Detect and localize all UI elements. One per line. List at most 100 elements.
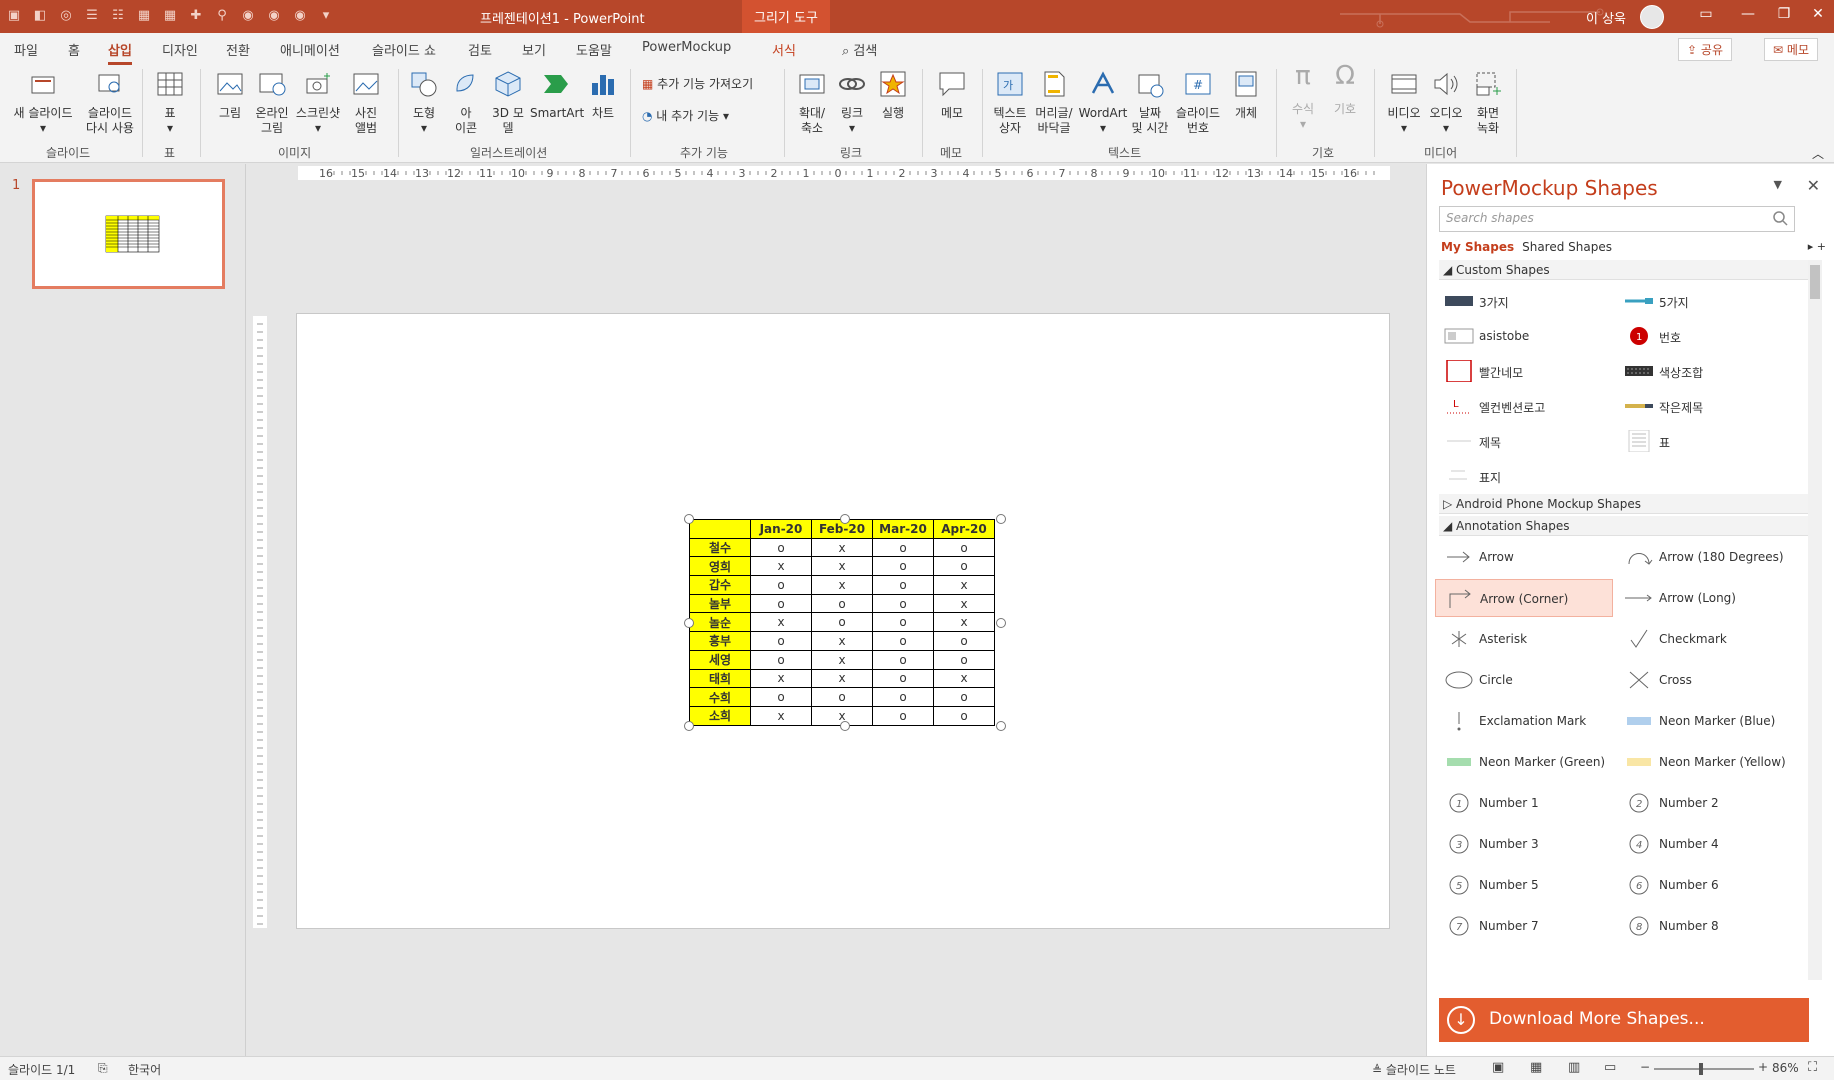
value-cell[interactable]: o — [750, 631, 812, 651]
value-cell[interactable]: x — [811, 631, 873, 651]
value-cell[interactable]: x — [750, 612, 812, 633]
get-addins-button[interactable]: ▦ 추가 기능 가져오기 — [642, 77, 753, 92]
value-cell[interactable]: x — [933, 668, 995, 689]
annotation-shape-item[interactable]: Arrow — [1435, 538, 1613, 576]
annotation-shape-item[interactable]: Neon Marker (Green) — [1435, 743, 1613, 781]
spellcheck-icon[interactable]: ⎘ — [98, 1061, 108, 1076]
resize-handle-bottom[interactable] — [840, 721, 850, 731]
tab-view[interactable]: 보기 — [522, 40, 546, 59]
value-cell[interactable]: o — [872, 593, 934, 614]
my-addins-button[interactable]: ◔ 내 추가 기능 ▾ — [642, 109, 729, 124]
value-cell[interactable]: o — [811, 593, 873, 614]
plus-icon[interactable]: ✚ — [188, 8, 204, 24]
value-cell[interactable]: x — [933, 612, 995, 633]
tab-format[interactable]: 서식 — [772, 40, 796, 59]
annotation-shape-item[interactable]: 6 Number 6 — [1615, 866, 1793, 904]
custom-shape-item[interactable]: 작은제목 — [1615, 387, 1793, 425]
expand-arrow-icon[interactable]: ▸ — [1808, 240, 1814, 253]
table-button[interactable]: 표 ▾ — [150, 69, 190, 136]
custom-shape-item[interactable]: 5가지 — [1615, 282, 1793, 320]
value-cell[interactable]: o — [811, 687, 873, 707]
zoom-slider[interactable] — [1654, 1063, 1754, 1075]
section-android-shapes[interactable]: ▷ Android Phone Mockup Shapes — [1439, 494, 1811, 514]
reuse-slides-button[interactable]: 슬라이드 다시 사용 — [80, 69, 140, 136]
value-cell[interactable]: o — [872, 537, 934, 558]
pane-close-icon[interactable]: ✕ — [1807, 176, 1820, 195]
undo-icon[interactable]: ◧ — [32, 8, 48, 24]
annotation-shape-item[interactable]: Arrow (Long) — [1615, 579, 1793, 617]
annotation-shape-item[interactable]: 8 Number 8 — [1615, 907, 1793, 945]
value-cell[interactable]: x — [811, 668, 873, 689]
shape-icon[interactable]: ◉ — [240, 8, 256, 24]
tab-home[interactable]: 홈 — [68, 40, 80, 59]
annotation-shape-item[interactable]: 1 Number 1 — [1435, 784, 1613, 822]
slide-number-button[interactable]: # 슬라이드 번호 — [1174, 69, 1222, 136]
audio-button[interactable]: 오디오 ▾ — [1426, 69, 1466, 136]
numbered-list-icon[interactable]: ☷ — [110, 8, 126, 24]
value-cell[interactable]: o — [872, 668, 934, 689]
list-icon[interactable]: ☰ — [84, 8, 100, 24]
custom-shape-item[interactable]: 제목 — [1435, 422, 1613, 460]
download-more-shapes-button[interactable]: ↓ Download More Shapes... — [1439, 998, 1809, 1042]
my-shapes-tab[interactable]: My Shapes — [1441, 240, 1514, 254]
custom-shape-item[interactable]: asistobe — [1435, 317, 1613, 355]
shape2-icon[interactable]: ◉ — [266, 8, 282, 24]
customize-qat-icon[interactable]: ▾ — [318, 8, 334, 24]
annotation-shape-item[interactable]: Cross — [1615, 661, 1793, 699]
tab-powermockup[interactable]: PowerMockup — [642, 40, 731, 55]
value-cell[interactable]: x — [933, 593, 995, 614]
tab-insert[interactable]: 삽입 — [108, 40, 132, 65]
row-name-cell[interactable]: 수희 — [689, 687, 751, 707]
redo-icon[interactable]: ◎ — [58, 8, 74, 24]
value-cell[interactable]: x — [750, 705, 812, 726]
smartart-button[interactable]: SmartArt — [530, 69, 584, 121]
value-cell[interactable]: o — [933, 687, 995, 707]
scrollbar-thumb[interactable] — [1810, 265, 1820, 299]
custom-shape-item[interactable]: 표 — [1615, 422, 1793, 460]
minimize-icon[interactable]: — — [1738, 6, 1758, 22]
pane-options-icon[interactable]: ▼ — [1774, 178, 1782, 191]
annotation-shape-item[interactable]: Arrow (180 Degrees) — [1615, 538, 1793, 576]
symbol-button[interactable]: Ω 기호 — [1328, 63, 1362, 117]
reading-view-icon[interactable]: ▥ — [1568, 1060, 1580, 1075]
annotation-shape-item[interactable]: Asterisk — [1435, 620, 1613, 658]
value-cell[interactable]: o — [750, 687, 812, 707]
comments-button[interactable]: ✉ 메모 — [1764, 38, 1818, 61]
tab-review[interactable]: 검토 — [468, 40, 492, 59]
row-name-cell[interactable]: 흥부 — [689, 631, 751, 651]
header-cell[interactable]: Mar-20 — [872, 519, 934, 539]
tell-me-search[interactable]: ⌕ 검색 — [842, 40, 877, 59]
equation-button[interactable]: π 수식 ▾ — [1286, 63, 1320, 132]
video-button[interactable]: 비디오 ▾ — [1384, 69, 1424, 136]
resize-handle-top-right[interactable] — [996, 514, 1006, 524]
row-name-cell[interactable]: 태희 — [689, 668, 751, 689]
normal-view-icon[interactable]: ▣ — [1492, 1060, 1504, 1075]
action-button[interactable]: 실행 — [876, 69, 910, 121]
value-cell[interactable]: o — [872, 575, 934, 595]
slide-thumbnail[interactable] — [32, 179, 225, 289]
custom-shape-item[interactable]: 1 번호 — [1615, 317, 1793, 355]
date-time-button[interactable]: 날짜 및 시간 — [1128, 69, 1172, 136]
language[interactable]: 한국어 — [128, 1061, 161, 1078]
annotation-shape-item[interactable]: Arrow (Corner) — [1435, 579, 1613, 617]
online-picture-button[interactable]: 온라인 그림 — [252, 69, 292, 136]
new-slide-button[interactable]: 새 슬라이드 ▾ — [10, 69, 76, 136]
row-name-cell[interactable]: 갑수 — [689, 575, 751, 595]
table-grid-icon[interactable]: ▦ — [136, 8, 152, 24]
annotation-shape-item[interactable]: 5 Number 5 — [1435, 866, 1613, 904]
add-library-icon[interactable]: + — [1817, 240, 1826, 253]
value-cell[interactable]: x — [750, 556, 812, 577]
resize-handle-right[interactable] — [996, 618, 1006, 628]
tab-slideshow[interactable]: 슬라이드 쇼 — [372, 40, 436, 59]
value-cell[interactable]: o — [872, 649, 934, 670]
value-cell[interactable]: x — [811, 556, 873, 577]
annotation-shape-item[interactable]: Checkmark — [1615, 620, 1793, 658]
tab-design[interactable]: 디자인 — [162, 40, 198, 59]
tab-animations[interactable]: 애니메이션 — [280, 40, 340, 59]
value-cell[interactable]: o — [872, 705, 934, 726]
share-button[interactable]: ⇪ 공유 — [1678, 38, 1732, 61]
value-cell[interactable]: x — [811, 537, 873, 558]
resize-handle-bottom-right[interactable] — [996, 721, 1006, 731]
user-avatar[interactable] — [1640, 5, 1664, 29]
slide-canvas[interactable]: Jan-20 Feb-20 Mar-20 Apr-20 철수 o x o o 영희 x x o o 갑수 o… — [296, 313, 1390, 929]
